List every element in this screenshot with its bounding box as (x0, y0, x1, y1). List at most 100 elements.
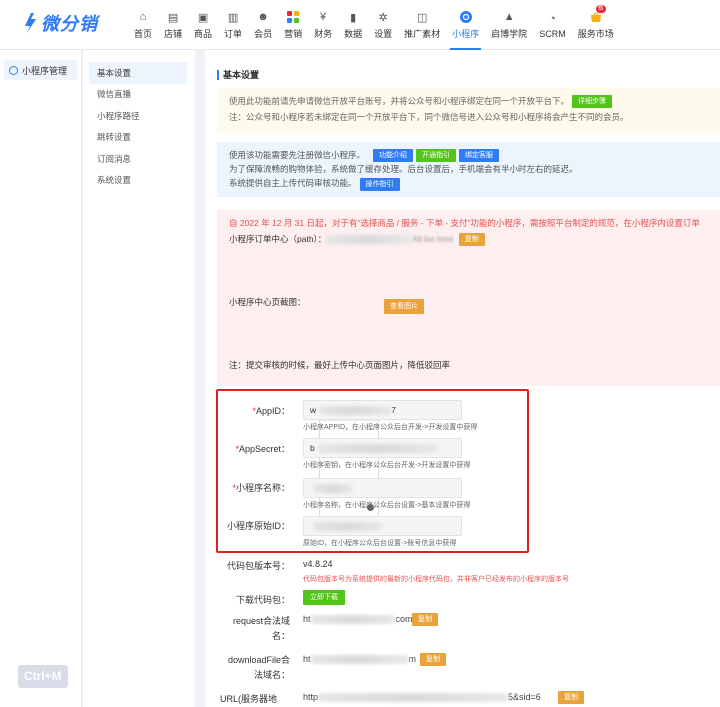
value-head: ht (303, 654, 311, 664)
original-id-input[interactable] (303, 516, 462, 536)
label-line: 名： (271, 631, 290, 641)
url-label: URL(服务器地 (220, 694, 278, 704)
nav-item-orders[interactable]: ▥ 订单 (218, 0, 248, 50)
notice-open-platform: 使用此功能前请先申请微信开放平台账号，并将公众号和小程序绑定在同一个开放平台下。… (217, 88, 720, 133)
value-tail: 5&sid=6 (508, 692, 541, 702)
blurred-value (313, 522, 383, 532)
blurred-value (326, 235, 413, 245)
label-line: 法域名： (253, 670, 290, 680)
users-icon: ☻ (257, 11, 269, 23)
appid-input[interactable]: w7 (303, 400, 462, 420)
download-now-button[interactable]: 立即下载 (303, 590, 345, 605)
chart-icon: ▮ (350, 11, 357, 24)
value-head: http (303, 692, 319, 702)
top-navbar: 微分销 ⌂ 首页 ▤ 店铺 ▣ 商品 ▥ 订单 ☻ 会员 营销 ¥ 财务 ▮ 数据 ✲ 设置 ◫… (0, 0, 720, 50)
sidebar-item-label: 小程序管理 (22, 65, 68, 76)
shortcut-text: Ctrl+M (24, 669, 62, 683)
input-value-tail: 7 (391, 405, 396, 415)
download-domain-label: downloadFile合法域名： (220, 653, 290, 683)
label-line: request合法域 (232, 616, 290, 626)
sidebar-item-system-settings[interactable]: 系统设置 (89, 170, 187, 192)
request-domain-value: ht com (303, 614, 413, 625)
primary-sidebar: 小程序管理 (0, 50, 82, 707)
nav-item-store[interactable]: ▤ 店铺 (158, 0, 188, 50)
notice-text: 使用此功能前请先申请微信开放平台账号，并将公众号和小程序绑定在同一个开放平台下。 (229, 96, 570, 106)
nav-item-marketing[interactable]: 营销 (278, 0, 308, 50)
sidebar-item-wechat-live[interactable]: 微信直播 (89, 84, 187, 106)
finance-icon: ¥ (320, 11, 327, 23)
detail-steps-button[interactable]: 详细步骤 (572, 95, 613, 109)
sidebar-item-subscribe-messages[interactable]: 订阅消息 (89, 148, 187, 170)
notice-text: 系统提供自主上传代码审核功能。 (229, 178, 357, 189)
nav-item-settings[interactable]: ✲ 设置 (368, 0, 398, 50)
copy-path-button[interactable]: 复制 (458, 233, 485, 247)
copy-request-domain-button[interactable]: 复制 (412, 613, 438, 626)
brand-name: 微分销 (41, 14, 98, 34)
nav-item-products[interactable]: ▣ 商品 (188, 0, 218, 50)
input-value-head: b (310, 443, 315, 453)
appid-hint: 小程序APPID，在小程序公众后台开发->开发设置中获得 (303, 424, 478, 431)
nav-label: 订单 (224, 29, 243, 39)
sidebar-item-jump-settings[interactable]: 跳转设置 (89, 127, 187, 149)
nav-label: 服务市场 (577, 29, 614, 39)
field-label-text: 小程序名称： (235, 483, 290, 493)
nav-label: 营销 (284, 29, 303, 39)
copy-download-domain-button[interactable]: 复制 (420, 653, 446, 666)
feature-intro-button[interactable]: 功能介绍 (373, 149, 414, 163)
shortcut-hint[interactable]: Ctrl+M (18, 665, 68, 688)
label-line: downloadFile合 (227, 655, 290, 665)
sidebar-item-paths[interactable]: 小程序路径 (89, 105, 187, 127)
bind-service-button[interactable]: 绑定客服 (459, 149, 500, 163)
gear-icon (9, 65, 18, 75)
academy-icon: ▲ (503, 11, 515, 23)
copy-url-button[interactable]: 复制 (558, 691, 584, 704)
brand-logo[interactable]: 微分销 (22, 10, 98, 36)
nav-item-materials[interactable]: ◫ 推广素材 (398, 0, 446, 50)
nav-label: 启博学院 (491, 29, 528, 39)
nav-item-scrm[interactable]: ◔ SCRM (533, 0, 572, 50)
appsecret-hint: 小程序密钥，在小程序公众后台开发->开发设置中获得 (303, 462, 471, 469)
nav-item-academy[interactable]: ▲ 启博学院 (485, 0, 533, 50)
view-image-button[interactable]: 查看图片 (384, 299, 424, 314)
new-badge: 新 (595, 5, 606, 13)
value-head: ht (303, 614, 311, 624)
nav-item-finance[interactable]: ¥ 财务 (308, 0, 338, 50)
brand-mark-icon (22, 12, 38, 34)
nav-item-market[interactable]: 新服务市场 (572, 0, 620, 50)
pie-icon: ◔ (549, 12, 556, 25)
screenshot-label: 小程序中心页截图： (229, 297, 306, 307)
input-value-head: w (310, 405, 317, 415)
main-content: 基本设置 使用此功能前请先申请微信开放平台账号，并将公众号和小程序绑定在同一个开… (205, 50, 720, 707)
nav-label: 商品 (194, 29, 213, 39)
blurred-value (310, 655, 409, 665)
nav-label: 店铺 (164, 29, 183, 39)
blurred-value (317, 444, 438, 454)
home-icon: ⌂ (139, 11, 147, 23)
material-icon: ◫ (416, 11, 428, 24)
blurred-value (313, 484, 353, 494)
nav-item-data[interactable]: ▮ 数据 (338, 0, 368, 50)
field-label-text: AppID： (255, 406, 290, 416)
sidebar-item-basic-settings[interactable]: 基本设置 (89, 62, 187, 84)
blurred-value (319, 406, 392, 416)
sidebar-item-miniprogram-manage[interactable]: 小程序管理 (4, 60, 77, 80)
section-title: 基本设置 (217, 70, 259, 80)
nav-label: SCRM (539, 28, 566, 39)
operation-guide-button[interactable]: 操作指引 (359, 177, 400, 191)
blurred-value (310, 615, 396, 625)
path-label: 小程序订单中心（path）： (229, 234, 327, 244)
main-nav: ⌂ 首页 ▤ 店铺 ▣ 商品 ▥ 订单 ☻ 会员 营销 ¥ 财务 ▮ 数据 ✲ 设置 ◫ 推广素材… (128, 0, 620, 50)
miniprogram-icon (459, 10, 473, 24)
appsecret-input[interactable]: b (303, 438, 462, 458)
download-label: 下载代码包： (235, 595, 290, 605)
open-guide-button[interactable]: 开通指引 (416, 149, 457, 163)
app-name-input[interactable] (303, 478, 462, 498)
nav-item-home[interactable]: ⌂ 首页 (128, 0, 158, 50)
nav-item-members[interactable]: ☻ 会员 (248, 0, 278, 50)
value-tail: com (395, 614, 413, 624)
notice-text: 注：公众号和小程序若未绑定在同一个开放平台下，同个微信号进入公众号和小程序将会产… (229, 112, 629, 123)
nav-item-miniprogram[interactable]: 小程序 (446, 0, 485, 50)
secondary-sidebar: 基本设置 微信直播 小程序路径 跳转设置 订阅消息 系统设置 (83, 50, 195, 707)
notice-text: 使用该功能需要先注册微信小程序。 (229, 150, 366, 160)
gear-icon: ✲ (378, 11, 388, 24)
